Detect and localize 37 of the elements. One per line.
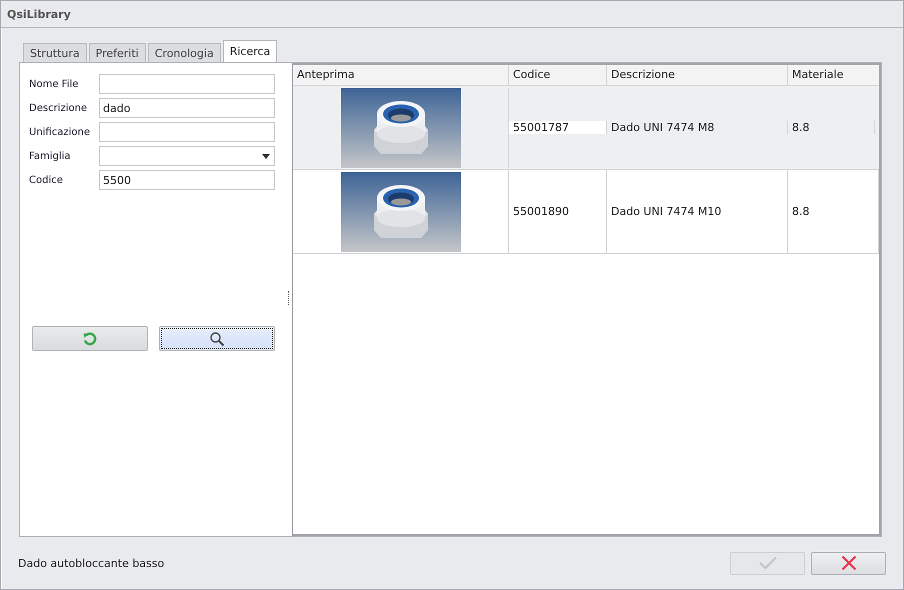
splitter-handle[interactable] <box>288 291 292 305</box>
tab[interactable]: Ricerca <box>222 40 278 62</box>
field-label: Descrizione <box>29 102 88 114</box>
checkmark-icon <box>758 556 776 570</box>
window-title: QsiLibrary <box>7 8 71 20</box>
tab[interactable]: Cronologia <box>148 43 221 62</box>
table-cell: 8.8 <box>792 205 810 218</box>
search-button[interactable] <box>159 326 275 351</box>
column-header[interactable]: Codice <box>509 65 607 85</box>
input-field[interactable]: 5500 <box>99 170 275 190</box>
input-field[interactable]: dado <box>99 98 275 118</box>
caret-icon <box>262 154 270 158</box>
close-icon <box>840 555 856 571</box>
status-text: Dado autobloccante basso <box>18 556 164 570</box>
table-row[interactable]: 55001787 Dado UNI 7474 M8 8.8 <box>293 86 879 170</box>
column-header[interactable]: Descrizione <box>607 65 788 85</box>
table-cell: 55001890 <box>513 205 569 218</box>
tab[interactable]: Struttura <box>23 43 87 62</box>
column-header[interactable]: Materiale <box>788 65 879 85</box>
dropdown[interactable] <box>99 146 275 166</box>
table-cell: 55001787 <box>513 121 569 134</box>
cancel-button[interactable] <box>811 552 886 574</box>
tab[interactable]: Preferiti <box>88 43 146 62</box>
field-label: Famiglia <box>29 150 72 162</box>
table-row[interactable]: 55001890 Dado UNI 7474 M10 8.8 <box>293 170 879 254</box>
reset-button[interactable] <box>32 326 148 351</box>
table-cell: Dado UNI 7474 M8 <box>611 121 714 134</box>
search-icon <box>209 330 225 346</box>
field-label: Codice <box>29 174 64 186</box>
column-header[interactable]: Anteprima <box>293 65 509 85</box>
field-label: Unificazione <box>29 126 91 138</box>
input-field[interactable] <box>99 122 275 142</box>
input-field[interactable] <box>99 74 275 94</box>
field-label: Nome File <box>29 78 80 90</box>
refresh-icon <box>82 330 98 346</box>
table-cell: 8.8 <box>792 121 810 134</box>
table-cell: Dado UNI 7474 M10 <box>611 205 722 218</box>
